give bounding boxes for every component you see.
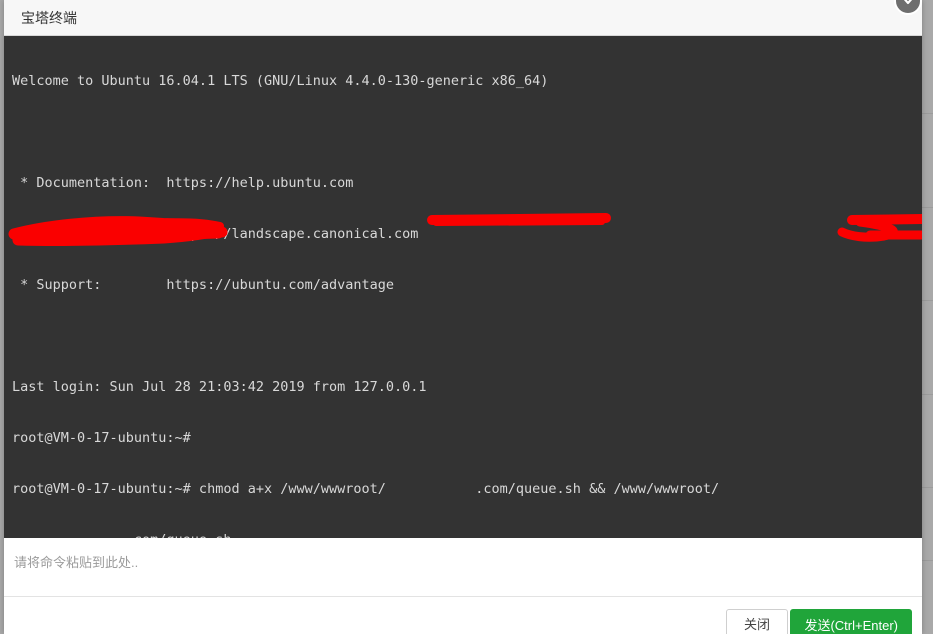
command-input[interactable] xyxy=(14,552,894,588)
page-backdrop-right xyxy=(922,0,933,634)
terminal-output[interactable]: Welcome to Ubuntu 16.04.1 LTS (GNU/Linux… xyxy=(4,36,922,538)
terminal-line: * Management: https://landscape.canonica… xyxy=(12,226,419,242)
modal-header: 宝塔终端 xyxy=(4,0,922,36)
terminal-line: Welcome to Ubuntu 16.04.1 LTS (GNU/Linux… xyxy=(12,73,549,89)
window-title: 宝塔终端 xyxy=(21,10,77,26)
send-button[interactable]: 发送(Ctrl+Enter) xyxy=(790,609,912,634)
close-icon[interactable] xyxy=(894,0,922,15)
terminal-line: * Documentation: https://help.ubuntu.com xyxy=(12,175,354,191)
command-input-area[interactable] xyxy=(4,538,922,597)
terminal-line: * Support: https://ubuntu.com/advantage xyxy=(12,277,395,293)
close-button[interactable]: 关闭 xyxy=(725,609,788,634)
terminal-line: root@VM-0-17-ubuntu:~# xyxy=(12,430,191,446)
terminal-line: Last login: Sun Jul 28 21:03:42 2019 fro… xyxy=(12,379,427,395)
terminal-text: Welcome to Ubuntu 16.04.1 LTS (GNU/Linux… xyxy=(12,39,922,538)
terminal-line-command: root@VM-0-17-ubuntu:~# chmod a+x /www/ww… xyxy=(12,481,720,497)
modal-footer: 关闭 发送(Ctrl+Enter) xyxy=(4,597,922,634)
screen: 宝塔终端 Welcome to Ubuntu 16.04.1 LTS (GNU/… xyxy=(0,0,933,634)
terminal-modal: 宝塔终端 Welcome to Ubuntu 16.04.1 LTS (GNU/… xyxy=(4,0,922,634)
